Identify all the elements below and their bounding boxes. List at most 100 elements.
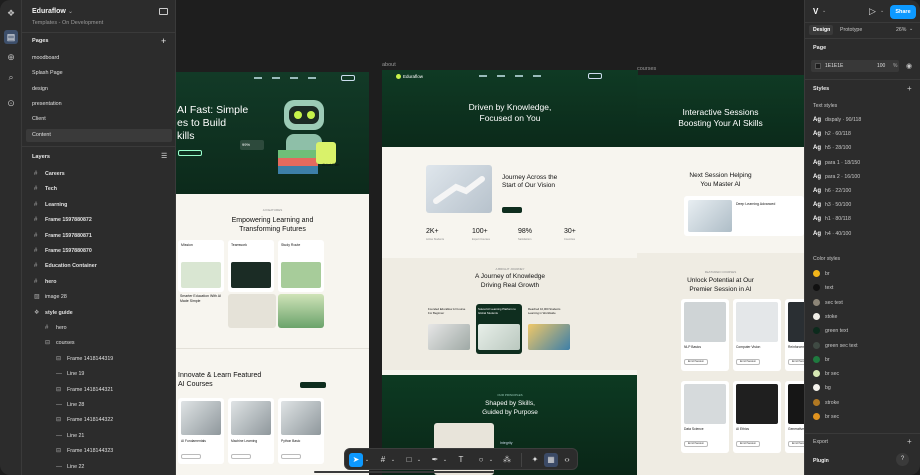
growth-card[interactable]: Founded Eduraflow AI Course For Beginner (426, 304, 472, 354)
stat-value[interactable]: 30+ (564, 228, 576, 235)
horizontal-scrollbar[interactable] (314, 471, 494, 473)
layer-label[interactable]: Frame 1597880870 (45, 248, 92, 254)
layer-icon[interactable]: — (56, 429, 63, 443)
layer-label[interactable]: Learning (45, 202, 67, 208)
frame-label-about[interactable]: about (382, 62, 396, 68)
layer-label[interactable]: Line 19 (67, 371, 84, 377)
chevron-down-icon[interactable]: ⌄ (364, 453, 370, 467)
text-style-icon[interactable]: Ag (813, 202, 821, 208)
layer-label[interactable]: style guide (45, 310, 73, 316)
frame-tool-icon[interactable]: # (376, 453, 390, 467)
layer-label[interactable]: Frame 1418144319 (67, 356, 113, 362)
color-style-item[interactable]: text (813, 284, 833, 292)
page-item[interactable]: Client (26, 113, 172, 126)
color-style-label[interactable]: green sec text (825, 342, 858, 348)
text-style-item[interactable]: Ag para 1 · 18/150 (813, 160, 860, 166)
layer-item[interactable]: # Education Container (34, 259, 97, 273)
layer-item[interactable]: — Line 21 (56, 429, 84, 443)
text-style-label[interactable]: para 2 · 16/100 (825, 174, 860, 180)
color-swatch[interactable] (813, 327, 820, 335)
growth-card[interactable]: Solved AI Learning Platform to Global St… (476, 304, 522, 354)
session-title[interactable]: Generative AI (788, 427, 804, 431)
text-style-label[interactable]: para 1 · 18/150 (825, 160, 860, 166)
next-session-card[interactable]: Deep Learning Advanced (684, 196, 804, 236)
share-button[interactable]: Share (890, 5, 916, 19)
about-nav-button[interactable] (588, 73, 602, 79)
enroll-button[interactable]: Enroll Session (736, 359, 760, 365)
chevron-down-icon[interactable]: ⌄ (822, 8, 826, 14)
home-feature-image[interactable] (278, 294, 324, 328)
stat-value[interactable]: 100+ (472, 228, 488, 235)
text-style-item[interactable]: Ag h1 · 80/118 (813, 216, 851, 222)
stat-label[interactable]: Satisfaction (518, 238, 531, 241)
layer-item[interactable]: ▨ image 28 (34, 290, 67, 304)
layer-item[interactable]: — Line 19 (56, 367, 84, 381)
page-color-field[interactable]: 1E1E1E 100 % (811, 60, 899, 72)
color-style-item[interactable]: stoke (813, 312, 837, 320)
layer-label[interactable]: Careers (45, 171, 65, 177)
layer-icon[interactable]: ❖ (34, 306, 41, 320)
chevron-down-icon[interactable]: ⌄ (909, 26, 913, 32)
export-heading[interactable]: Export (813, 439, 828, 445)
layer-icon[interactable]: # (34, 167, 41, 181)
course-card[interactable]: AI Fundamentals (178, 398, 224, 464)
color-style-label[interactable]: br sec (825, 414, 839, 420)
code-icon[interactable]: ‹› (560, 453, 574, 467)
chevron-down-icon[interactable]: ⌄ (416, 453, 422, 467)
layer-icon[interactable]: ⊟ (56, 413, 63, 427)
text-style-label[interactable]: h2 · 60/118 (825, 131, 851, 137)
session-image[interactable] (736, 384, 778, 424)
growth-card-text[interactable]: Founded Eduraflow AI Course For Beginner (428, 307, 470, 315)
layer-item[interactable]: — Line 28 (56, 398, 84, 412)
session-card[interactable]: NLP Basics Enroll Session (681, 299, 729, 371)
course-title[interactable]: Python Basic (281, 439, 300, 443)
color-style-label[interactable]: stroke (825, 400, 839, 406)
courses-frame[interactable]: Interactive Sessions Boosting Your AI Sk… (637, 75, 804, 475)
color-style-label[interactable]: sec text (825, 299, 843, 305)
growth-card-image[interactable] (528, 324, 570, 350)
text-style-label[interactable]: dispaly · 90/118 (825, 117, 861, 123)
home-card-title[interactable]: Study Route (281, 243, 300, 247)
home-frame[interactable]: AI Fast: Simple es to Build kills 99% AI… (176, 72, 369, 475)
color-style-label[interactable]: br sec (825, 371, 839, 377)
course-image[interactable] (281, 401, 321, 435)
session-image[interactable] (788, 302, 804, 342)
file-name[interactable]: Eduraflow (32, 8, 66, 15)
sidebar-toggle-icon[interactable] (159, 8, 168, 15)
home-card-title[interactable]: Teamwork (231, 243, 247, 247)
layer-item[interactable]: # Frame 1597880871 (34, 229, 92, 243)
session-card[interactable]: Computer Vision Enroll Session (733, 299, 781, 371)
layer-label[interactable]: Frame 1418144322 (67, 417, 113, 423)
assets-icon[interactable]: ⊕ (4, 50, 18, 64)
layer-label[interactable]: Frame 1597880871 (45, 233, 92, 239)
text-style-icon[interactable]: Ag (813, 145, 821, 151)
layer-item[interactable]: # hero (34, 275, 56, 289)
layer-item[interactable]: ⊟ Frame 1418144322 (56, 413, 113, 427)
color-style-item[interactable]: green text (813, 327, 848, 335)
pen-tool-icon[interactable]: ✒ (428, 453, 442, 467)
layer-label[interactable]: Frame 1597880872 (45, 217, 92, 223)
comment-tool-icon[interactable]: ○ (474, 453, 488, 467)
growth-card-text[interactable]: Solved AI Learning Platform to Global St… (478, 307, 520, 315)
layer-icon[interactable]: ⊟ (56, 444, 63, 458)
enroll-button[interactable]: Enroll Session (684, 359, 708, 365)
layer-label[interactable]: Frame 1418144321 (67, 387, 113, 393)
zoom-level[interactable]: 26% (896, 27, 906, 33)
course-title[interactable]: Machine Learning (231, 439, 257, 443)
growth-card[interactable]: Reached 10,000 Students Learning in Worl… (526, 304, 572, 354)
avatar[interactable]: V (813, 7, 818, 16)
enroll-button[interactable]: Enroll Session (788, 441, 804, 447)
chevron-down-icon[interactable]: ⌄ (880, 8, 884, 14)
growth-card-text[interactable]: Reached 10,000 Students Learning in Worl… (528, 307, 570, 315)
page-item[interactable]: Content (26, 128, 172, 142)
eye-icon[interactable]: ◉ (906, 62, 912, 70)
layer-icon[interactable]: ⊟ (56, 352, 63, 366)
session-image[interactable] (684, 302, 726, 342)
layer-icon[interactable]: # (34, 182, 41, 196)
color-style-label[interactable]: bg (825, 385, 831, 391)
chevron-down-icon[interactable]: ⌄ (390, 453, 396, 467)
text-style-item[interactable]: Ag h3 · 50/100 (813, 202, 851, 208)
layer-icon[interactable]: # (34, 229, 41, 243)
color-swatch[interactable] (813, 384, 820, 392)
layer-icon[interactable]: # (34, 275, 41, 289)
